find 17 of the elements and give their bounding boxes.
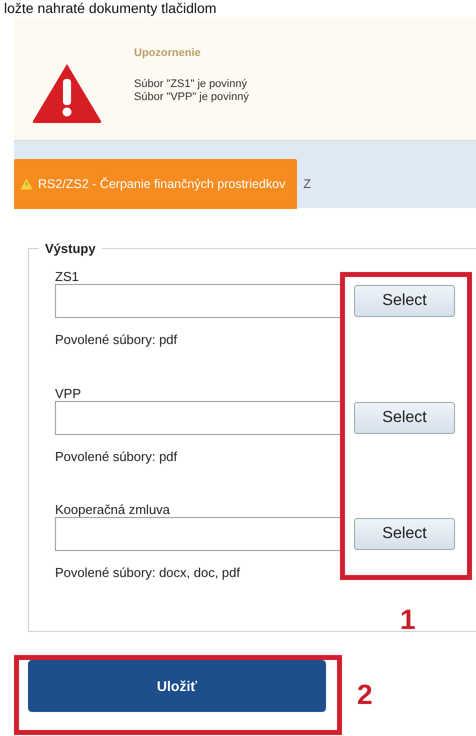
allowed-files-text: Povolené súbory: pdf [55,331,178,349]
allowed-files-text: Povolené súbory: docx, doc, pdf [55,564,242,582]
field-label: VPP [55,386,82,400]
tab[interactable]: Z [297,159,323,209]
allowed-files-text: Povolené súbory: pdf [55,448,178,466]
select-button[interactable]: Select [354,285,455,317]
field-label: ZS1 [55,269,80,284]
select-button[interactable]: Select [354,518,455,550]
field-label: Kooperačná zmluva [55,502,171,517]
select-button[interactable]: Select [354,402,455,434]
annotation-number: 1 [400,605,416,635]
annotation-number: 2 [357,680,373,710]
alert-message: Súbor "ZS1" je povinný [134,78,248,90]
heading-text: ložte nahraté dokumenty tlačidlom [3,0,218,17]
alert-title: Upozornenie [134,46,202,61]
save-button[interactable]: Uložiť [28,660,326,712]
alert-message: Súbor "VPP" je povinný [134,90,249,104]
